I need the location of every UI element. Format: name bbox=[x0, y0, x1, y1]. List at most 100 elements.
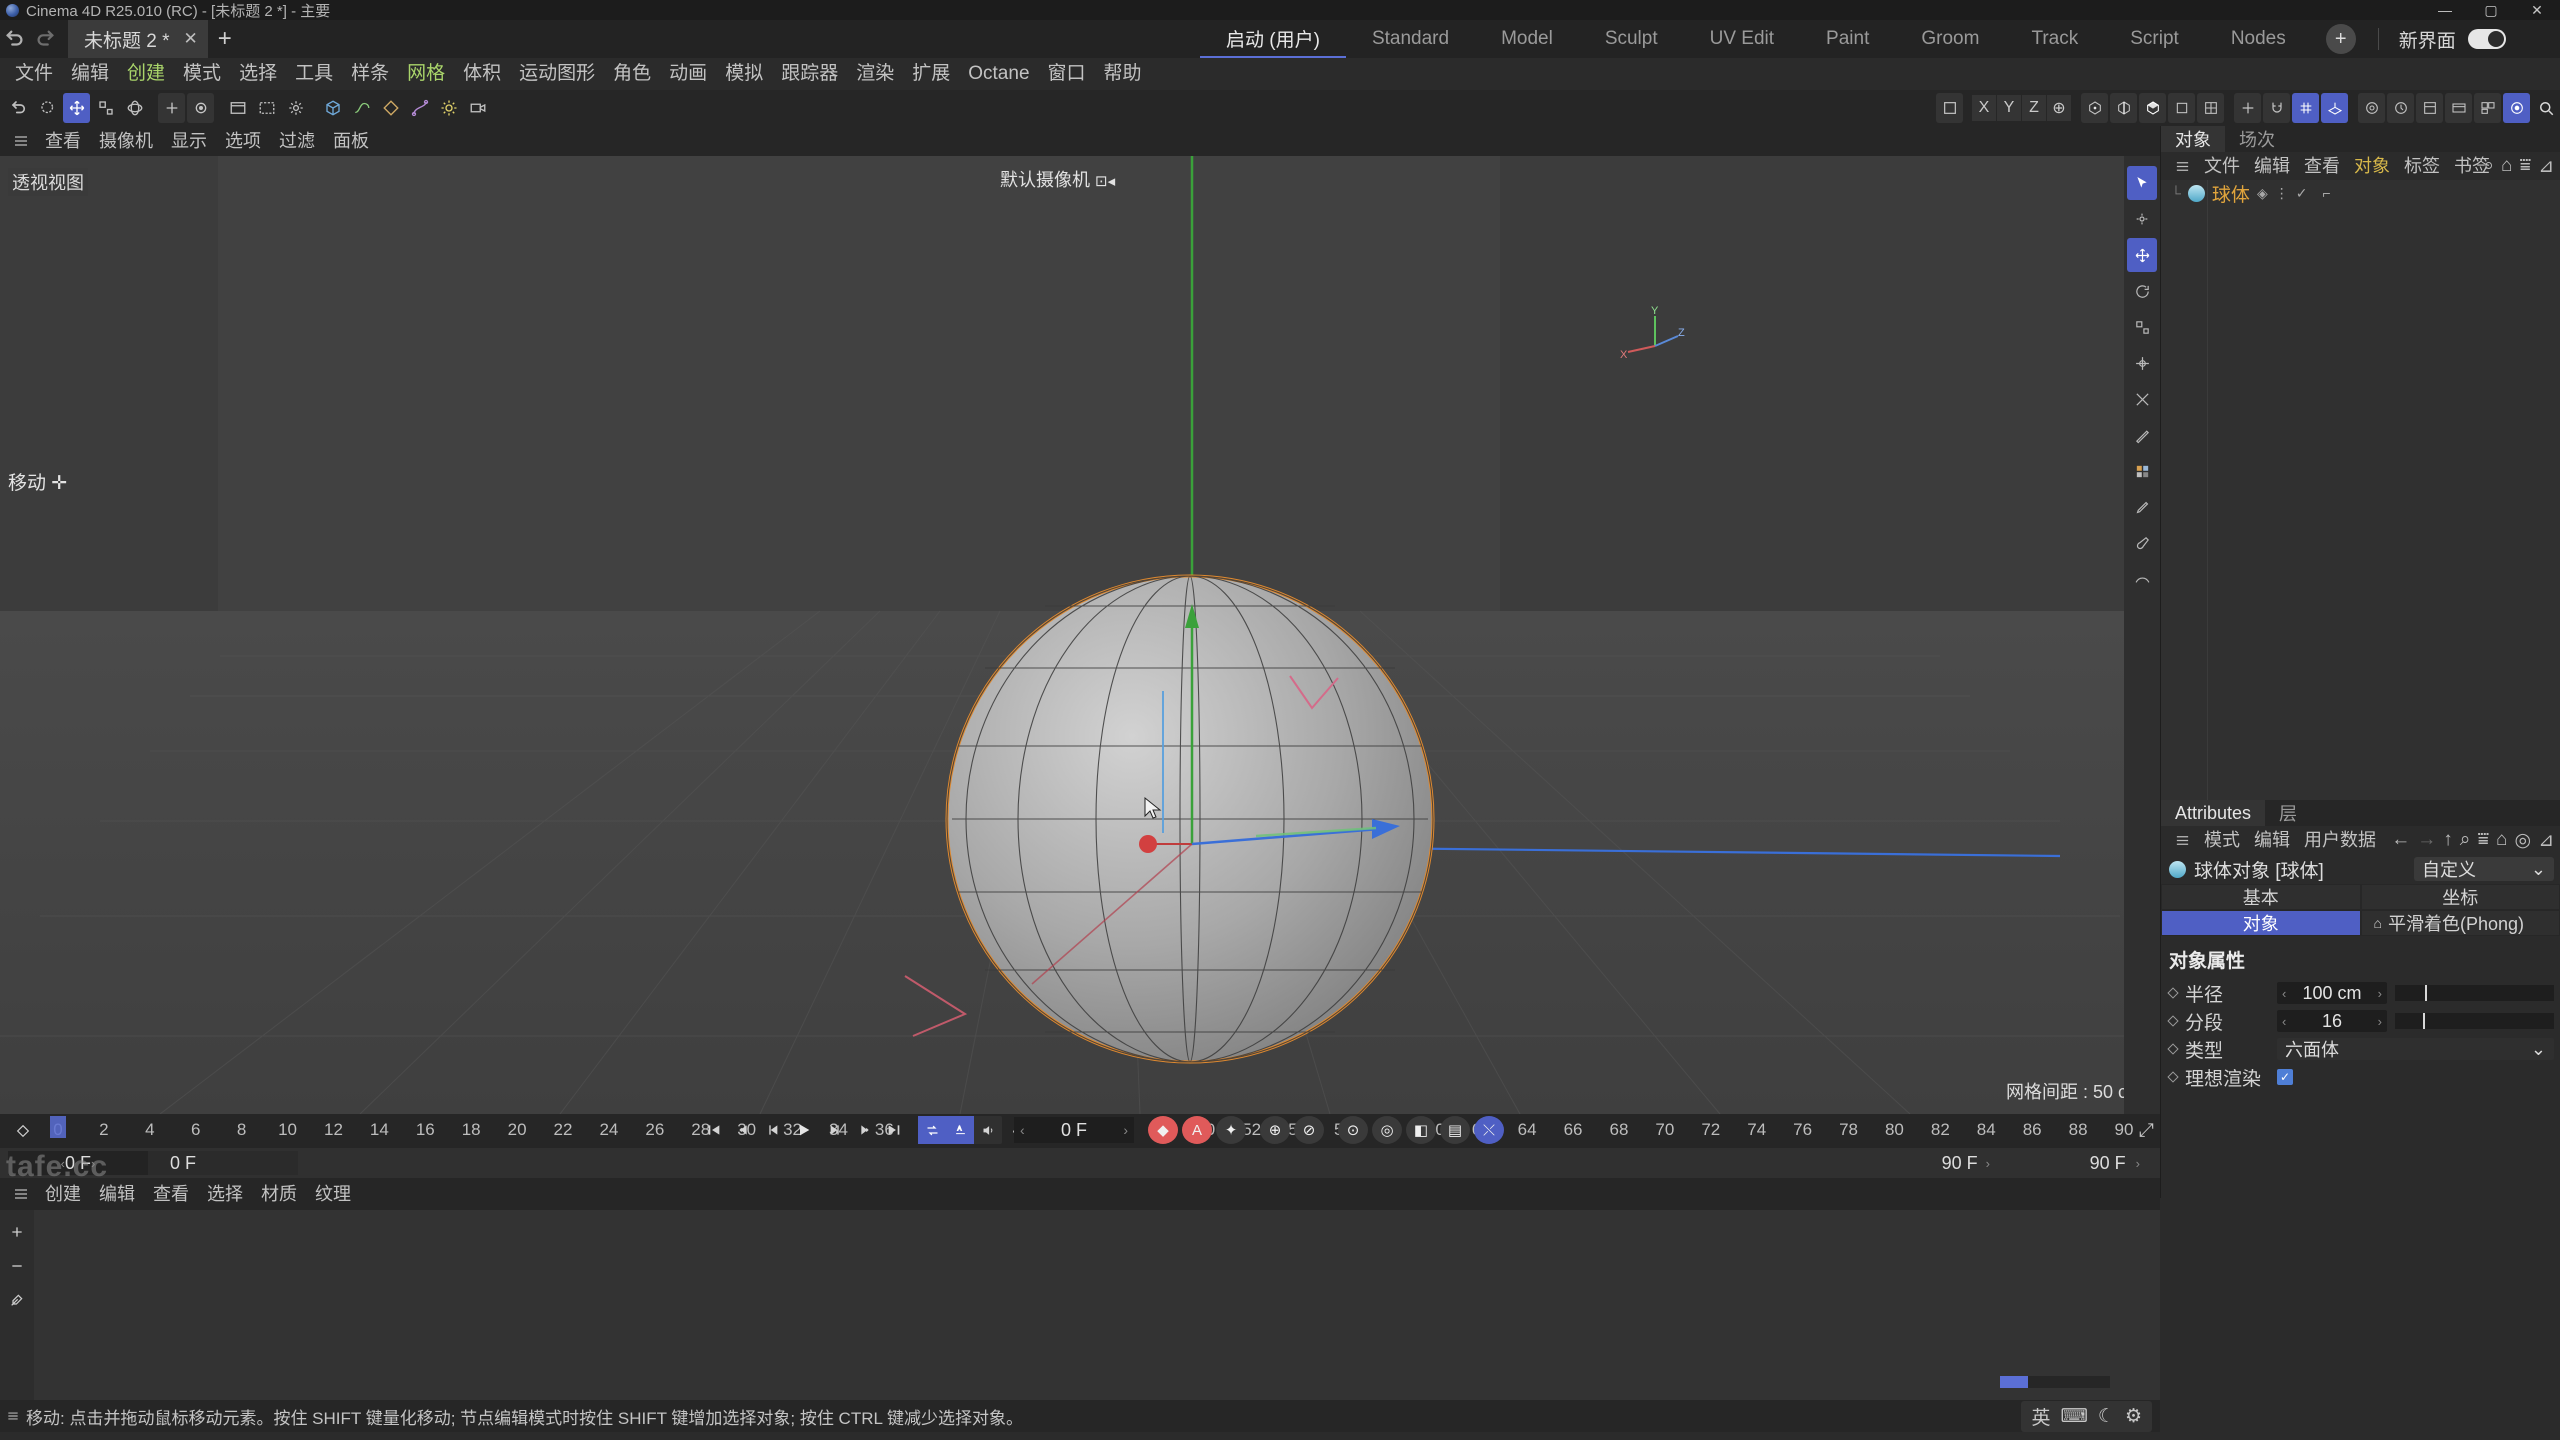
model-mode-icon[interactable] bbox=[2168, 93, 2195, 123]
new-document-button[interactable]: + bbox=[208, 20, 242, 58]
edge-mode-icon[interactable] bbox=[2110, 93, 2137, 123]
check-icon[interactable]: ✓ bbox=[2296, 185, 2308, 202]
speaker-icon[interactable] bbox=[974, 1116, 1002, 1144]
camera-icon[interactable] bbox=[464, 93, 491, 123]
end-frame-field[interactable]: 90 F › bbox=[1942, 1153, 1990, 1174]
layout-icon[interactable] bbox=[2416, 93, 2443, 123]
layout-tab-track[interactable]: Track bbox=[2005, 20, 2104, 58]
menu-render[interactable]: 渲染 bbox=[847, 58, 903, 90]
tab-attributes[interactable]: Attributes bbox=[2161, 800, 2266, 826]
layout-tab-uvedit[interactable]: UV Edit bbox=[1684, 20, 1800, 58]
eyedropper-icon[interactable] bbox=[5, 1288, 29, 1312]
expand-icon[interactable]: ⊿ bbox=[2538, 829, 2554, 852]
minimize-button[interactable]: — bbox=[2422, 0, 2468, 20]
forward-arrow-icon[interactable]: → bbox=[2417, 829, 2436, 852]
deformer-icon[interactable] bbox=[406, 93, 433, 123]
position-key-button[interactable]: ⊕ bbox=[1260, 1116, 1290, 1144]
play-button[interactable] bbox=[790, 1116, 818, 1144]
menu-icon[interactable] bbox=[2167, 151, 2197, 181]
moon-icon[interactable]: ☾ bbox=[2098, 1405, 2115, 1428]
selection-tool-icon[interactable] bbox=[2127, 166, 2157, 200]
render-settings-icon[interactable] bbox=[282, 93, 309, 123]
viewport-solo-icon[interactable] bbox=[2358, 93, 2385, 123]
move-tool-icon[interactable] bbox=[63, 93, 90, 123]
ime-language[interactable]: 英 bbox=[2031, 1403, 2050, 1430]
menu-window[interactable]: 窗口 bbox=[1039, 58, 1095, 90]
expand-icon[interactable]: ⊿ bbox=[2538, 155, 2554, 178]
viewport-menu-display[interactable]: 显示 bbox=[162, 125, 216, 157]
rotate-tool-icon[interactable] bbox=[2127, 274, 2157, 308]
menu-mesh[interactable]: 网格 bbox=[398, 58, 454, 90]
layer-flag-icon[interactable]: ⌐ bbox=[2322, 185, 2330, 201]
axis-lock-all-icon[interactable]: ⊕ bbox=[2047, 95, 2071, 121]
material-menu-texture[interactable]: 纹理 bbox=[306, 1178, 360, 1210]
pla-key-button[interactable]: ◧ bbox=[1406, 1116, 1436, 1144]
current-frame-field[interactable]: ‹ 0 F › bbox=[1014, 1117, 1134, 1143]
menu-spline[interactable]: 样条 bbox=[342, 58, 398, 90]
frame-prev-arrow[interactable]: ‹ bbox=[1020, 1122, 1025, 1138]
close-button[interactable]: ✕ bbox=[2514, 0, 2560, 20]
enable-axis-icon[interactable] bbox=[2234, 93, 2261, 123]
render-perfect-checkbox[interactable]: ✓ bbox=[2277, 1069, 2293, 1085]
attr-tab-phong[interactable]: ⌂ 平滑着色(Phong) bbox=[2360, 910, 2560, 936]
menu-help[interactable]: 帮助 bbox=[1095, 58, 1151, 90]
axis-z-button[interactable]: Z bbox=[2022, 95, 2046, 121]
menu-icon[interactable] bbox=[6, 126, 36, 156]
menu-octane[interactable]: Octane bbox=[959, 58, 1038, 90]
menu-select[interactable]: 选择 bbox=[230, 58, 286, 90]
rotate-tool-icon[interactable] bbox=[121, 93, 148, 123]
next-frame-button[interactable] bbox=[820, 1116, 848, 1144]
layout-tab-sculpt[interactable]: Sculpt bbox=[1579, 20, 1684, 58]
render-view-icon[interactable] bbox=[224, 93, 251, 123]
layout-tab-paint[interactable]: Paint bbox=[1800, 20, 1895, 58]
knife-tool-icon[interactable] bbox=[2127, 418, 2157, 452]
key-interpolation-button[interactable]: ⤬ bbox=[1474, 1116, 1504, 1144]
tab-objects[interactable]: 对象 bbox=[2161, 126, 2225, 152]
attr-menu-edit[interactable]: 编辑 bbox=[2247, 824, 2297, 856]
ui-scheme-toggle[interactable] bbox=[2467, 29, 2506, 49]
filter-icon[interactable]: ⩸ bbox=[2520, 155, 2532, 178]
increment-icon[interactable]: › bbox=[2378, 1014, 2382, 1029]
settings-icon[interactable]: ⚙ bbox=[2125, 1405, 2142, 1428]
menu-simulate[interactable]: 模拟 bbox=[716, 58, 772, 90]
settings-tool-icon[interactable] bbox=[2127, 202, 2157, 236]
autokey-button[interactable]: A bbox=[1182, 1116, 1212, 1144]
object-row-sphere[interactable]: └ 球体 ◈ ⋮ ✓ ⌐ bbox=[2161, 180, 2560, 206]
texture-mode-icon[interactable] bbox=[2197, 93, 2224, 123]
paint-tool-icon[interactable] bbox=[2127, 490, 2157, 524]
viewport-menu-view[interactable]: 查看 bbox=[36, 125, 90, 157]
om-menu-file[interactable]: 文件 bbox=[2197, 150, 2247, 182]
menu-mograph[interactable]: 运动图形 bbox=[510, 58, 604, 90]
viewport-menu-filter[interactable]: 过滤 bbox=[270, 125, 324, 157]
color-swatch-icon[interactable] bbox=[2127, 454, 2157, 488]
scrollbar-thumb[interactable] bbox=[2000, 1376, 2028, 1388]
menu-tracker[interactable]: 跟踪器 bbox=[772, 58, 847, 90]
search-icon[interactable] bbox=[2532, 93, 2559, 123]
segments-input[interactable]: ‹ 16 › bbox=[2277, 1010, 2387, 1032]
generator-icon[interactable] bbox=[377, 93, 404, 123]
object-name[interactable]: 球体 bbox=[2212, 180, 2250, 207]
filter-icon[interactable]: ⩸ bbox=[2477, 829, 2489, 852]
rotation-key-button[interactable]: ⊙ bbox=[1338, 1116, 1368, 1144]
om-menu-edit[interactable]: 编辑 bbox=[2247, 150, 2297, 182]
attr-tab-basic[interactable]: 基本 bbox=[2161, 884, 2361, 910]
scale-key-button[interactable]: ⊘ bbox=[1294, 1116, 1324, 1144]
attr-menu-userdata[interactable]: 用户数据 bbox=[2297, 824, 2383, 856]
keyframe-selection-button[interactable]: ✦ bbox=[1216, 1116, 1246, 1144]
light-icon[interactable] bbox=[435, 93, 462, 123]
octane-live-icon[interactable] bbox=[2503, 93, 2530, 123]
loop-playback-button[interactable] bbox=[918, 1116, 946, 1144]
point-mode-icon[interactable] bbox=[2081, 93, 2108, 123]
workplane-icon[interactable] bbox=[2321, 93, 2348, 123]
preset-dropdown[interactable]: 自定义 ⌄ bbox=[2414, 857, 2554, 881]
home-icon[interactable]: ⌂ bbox=[2501, 155, 2512, 178]
layout-tab-startup[interactable]: 启动 (用户) bbox=[1200, 20, 1346, 58]
world-axis-icon[interactable] bbox=[158, 93, 185, 123]
redo-icon[interactable] bbox=[30, 24, 60, 54]
magnet-tool-icon[interactable] bbox=[2127, 346, 2157, 380]
close-icon[interactable]: ✕ bbox=[184, 29, 198, 49]
layout-tab-script[interactable]: Script bbox=[2104, 20, 2205, 58]
previous-frame-button[interactable] bbox=[760, 1116, 788, 1144]
move-tool-icon[interactable] bbox=[2127, 238, 2157, 272]
maximize-button[interactable]: ▢ bbox=[2468, 0, 2514, 20]
